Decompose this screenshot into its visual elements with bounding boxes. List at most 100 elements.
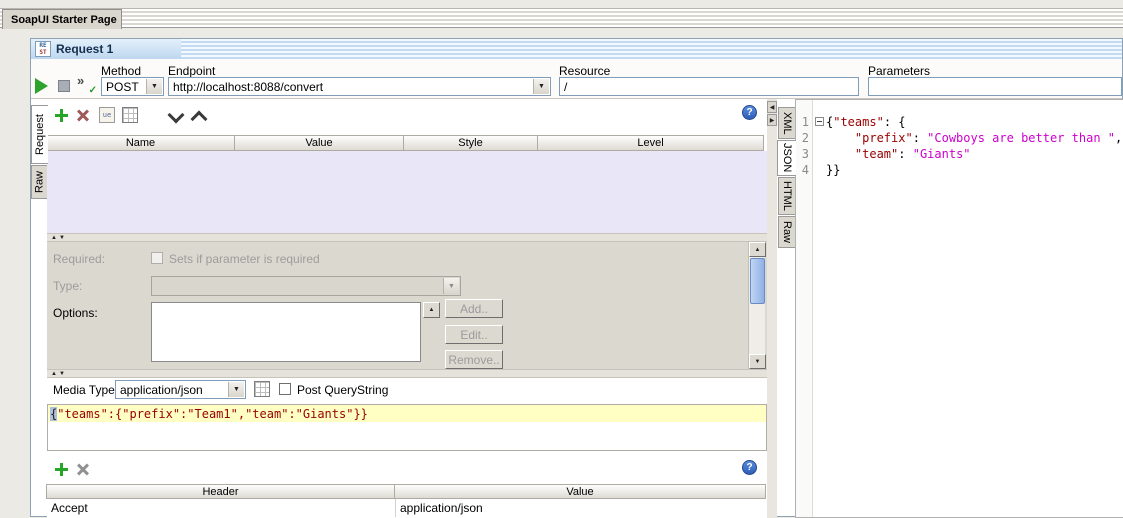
- type-dropdown-arrow-icon[interactable]: ▼: [443, 278, 459, 294]
- method-select[interactable]: POST ▼: [101, 77, 164, 96]
- editor-gutter: 1 2 3 4: [796, 100, 813, 517]
- media-type-select[interactable]: application/json ▼: [115, 380, 246, 399]
- tab-json[interactable]: JSON: [777, 140, 796, 176]
- splitter-up-icon[interactable]: ▲: [51, 371, 57, 377]
- params-help-icon[interactable]: ?: [742, 105, 757, 120]
- rest-request-icon: RE ST: [35, 41, 51, 57]
- type-label: Type:: [53, 279, 83, 293]
- request-toolbar: » ✓ Method POST ▼ Endpoint http://localh…: [31, 59, 1122, 99]
- delete-header-icon[interactable]: [75, 461, 91, 477]
- request-editor-panel: ue ? Name Value Style Level ▲ ▼ Required…: [46, 99, 767, 518]
- submit-options-icon[interactable]: » ✓: [77, 73, 97, 96]
- endpoint-select[interactable]: http://localhost:8088/convert ▼: [168, 77, 551, 96]
- code-line[interactable]: }}: [826, 162, 1123, 178]
- media-type-dropdown-arrow-icon[interactable]: ▼: [228, 382, 244, 397]
- add-param-icon[interactable]: [53, 107, 69, 123]
- options-label: Options:: [53, 306, 98, 320]
- fold-collapse-icon[interactable]: [815, 117, 824, 126]
- column-header-header-value: Value: [394, 484, 766, 499]
- move-param-down-icon[interactable]: [167, 107, 183, 123]
- line-number: 2: [801, 131, 809, 145]
- collapse-right-icon[interactable]: ▶: [767, 114, 777, 126]
- form-splitter[interactable]: ▲ ▼: [47, 369, 767, 378]
- header-name-cell: Accept: [47, 499, 396, 517]
- params-toolbar: ue ?: [47, 99, 767, 131]
- brace-highlight: {: [50, 406, 58, 421]
- update-params-icon[interactable]: ue: [99, 107, 115, 123]
- tab-raw-request[interactable]: Raw: [31, 165, 48, 199]
- scrollbar-thumb[interactable]: [750, 258, 765, 304]
- pane-splitter[interactable]: ◀ ▶: [767, 99, 777, 518]
- tab-xml[interactable]: XML: [778, 107, 796, 139]
- collapse-left-icon[interactable]: ◀: [767, 101, 777, 113]
- editor-code[interactable]: {"teams": { "prefix": "Cowboys are bette…: [826, 100, 1123, 517]
- recreate-content-icon[interactable]: [254, 381, 270, 397]
- tab-request[interactable]: Request: [31, 105, 48, 164]
- add-header-icon[interactable]: [53, 461, 69, 477]
- scrollbar-up-icon[interactable]: ▲: [749, 242, 766, 257]
- editor-fold-column: [814, 100, 825, 517]
- options-remove-button[interactable]: Remove..: [445, 350, 503, 369]
- params-table-body[interactable]: [47, 151, 767, 233]
- header-row-accept[interactable]: Accept application/json: [47, 499, 767, 517]
- param-details-form: Required: Sets if parameter is required …: [47, 242, 767, 369]
- parameters-input[interactable]: [868, 77, 1122, 96]
- column-header-name: Name: [46, 135, 235, 151]
- headers-table-header: Header Value: [46, 484, 766, 499]
- scrollbar-down-icon[interactable]: ▼: [749, 354, 766, 369]
- post-querystring-label: Post QueryString: [297, 383, 389, 397]
- method-dropdown-arrow-icon[interactable]: ▼: [146, 79, 162, 94]
- headers-help-icon[interactable]: ?: [742, 460, 757, 475]
- request-body-line[interactable]: {"teams":{"prefix":"Team1","team":"Giant…: [48, 405, 766, 422]
- move-param-up-icon[interactable]: [190, 107, 206, 123]
- submit-request-button[interactable]: [35, 78, 48, 94]
- options-edit-button[interactable]: Edit..: [445, 325, 503, 344]
- options-add-button[interactable]: Add..: [445, 299, 503, 318]
- code-line[interactable]: "team": "Giants": [826, 146, 1123, 162]
- top-tab-bar: SoapUI Starter Page: [0, 8, 1123, 29]
- splitter-down-icon[interactable]: ▼: [59, 235, 65, 241]
- required-checkbox-label: Sets if parameter is required: [169, 252, 320, 266]
- tab-html[interactable]: HTML: [778, 177, 796, 215]
- method-label: Method: [101, 64, 142, 78]
- resource-label: Resource: [559, 64, 611, 78]
- delete-param-icon[interactable]: [75, 107, 91, 123]
- column-header-level: Level: [537, 135, 764, 151]
- code-line[interactable]: {"teams": {: [826, 114, 1123, 130]
- type-select[interactable]: ▼: [151, 276, 461, 296]
- tab-soapui-starter-page[interactable]: SoapUI Starter Page: [2, 9, 122, 29]
- form-scrollbar[interactable]: ▲ ▼: [748, 242, 766, 369]
- request-body-text: "teams":{"prefix":"Team1","team":"Giants…: [57, 406, 368, 421]
- line-number: 3: [801, 147, 809, 161]
- titlebar-stripes: [181, 39, 1122, 59]
- tab-raw-response[interactable]: Raw: [778, 216, 796, 248]
- endpoint-label: Endpoint: [168, 64, 216, 78]
- column-header-value: Value: [234, 135, 404, 151]
- request-window: RE ST Request 1 » ✓ Method POST ▼ Endpoi…: [30, 38, 1123, 518]
- starter-tab-label: SoapUI Starter Page: [11, 13, 117, 26]
- cancel-request-button[interactable]: [58, 80, 70, 92]
- response-json-editor[interactable]: 1 2 3 4 {"teams": { "prefix": "Cowboys are …: [795, 99, 1123, 518]
- options-scroll-up-button[interactable]: ▲: [423, 302, 440, 318]
- resource-input[interactable]: /: [559, 77, 859, 96]
- window-title: Request 1: [56, 42, 114, 56]
- parameters-label: Parameters: [868, 64, 931, 78]
- column-header-header: Header: [46, 484, 395, 499]
- endpoint-dropdown-arrow-icon[interactable]: ▼: [533, 79, 549, 94]
- splitter-down-icon[interactable]: ▼: [59, 371, 65, 377]
- params-splitter[interactable]: ▲ ▼: [47, 233, 767, 242]
- line-number: 1: [801, 115, 809, 129]
- window-titlebar[interactable]: RE ST Request 1: [31, 39, 1122, 59]
- column-header-style: Style: [403, 135, 538, 151]
- param-table-icon[interactable]: [122, 107, 138, 123]
- request-body-editor[interactable]: {"teams":{"prefix":"Team1","team":"Giant…: [47, 404, 767, 451]
- headers-toolbar: ?: [47, 454, 767, 484]
- media-type-label: Media Type: [53, 383, 115, 397]
- required-label: Required:: [53, 252, 106, 266]
- options-listbox[interactable]: [151, 302, 421, 362]
- header-value-cell: application/json: [400, 501, 483, 515]
- required-checkbox[interactable]: [151, 252, 163, 264]
- splitter-up-icon[interactable]: ▲: [51, 235, 57, 241]
- post-querystring-checkbox[interactable]: [279, 383, 291, 395]
- code-line[interactable]: "prefix": "Cowboys are better than ",: [826, 130, 1123, 146]
